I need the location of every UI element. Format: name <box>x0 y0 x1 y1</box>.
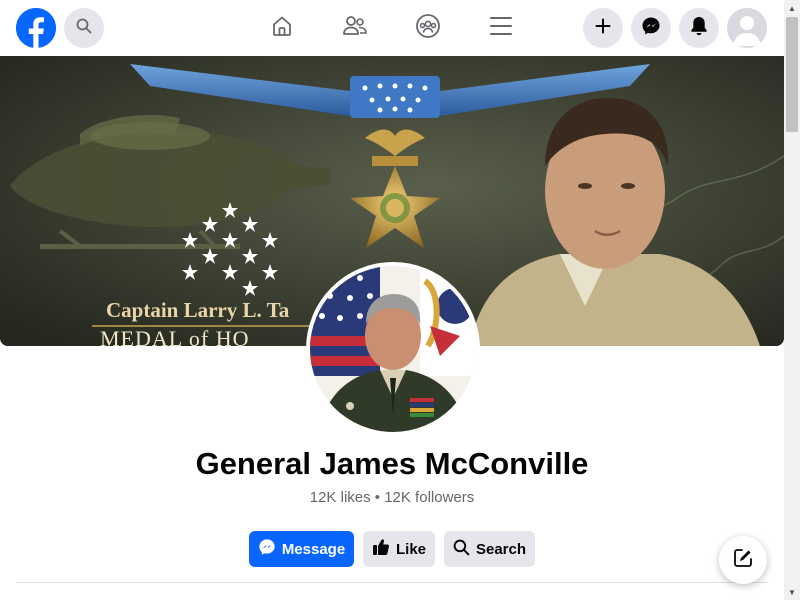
like-button[interactable]: Like <box>363 531 435 567</box>
menu-icon <box>490 16 512 41</box>
compose-icon <box>733 548 753 573</box>
plus-icon <box>595 18 611 39</box>
profile-picture[interactable] <box>306 262 480 436</box>
create-button[interactable] <box>583 8 623 48</box>
page-stats: 12K likes • 12K followers <box>309 489 475 506</box>
home-icon <box>270 14 294 43</box>
messenger-button[interactable] <box>631 8 671 48</box>
scroll-up-arrow-icon[interactable]: ▲ <box>786 2 798 14</box>
notifications-button[interactable] <box>679 8 719 48</box>
scrollbar-thumb[interactable] <box>786 17 798 132</box>
messenger-icon <box>641 16 661 41</box>
new-message-button[interactable] <box>719 536 767 584</box>
groups-nav-tab[interactable] <box>412 12 444 44</box>
cover-caption-medal: MEDAL of HO <box>100 326 250 351</box>
account-button[interactable] <box>727 8 767 48</box>
message-button[interactable]: Message <box>249 531 354 567</box>
search-button[interactable] <box>64 8 104 48</box>
section-divider <box>16 582 768 583</box>
messenger-icon <box>258 538 276 560</box>
scroll-down-arrow-icon[interactable]: ▼ <box>786 586 798 598</box>
home-nav-tab[interactable] <box>266 12 298 44</box>
thumbs-up-icon <box>372 538 390 560</box>
page-title: General James McConville <box>195 446 589 481</box>
profile-photo <box>310 266 476 432</box>
search-page-button[interactable]: Search <box>444 531 535 567</box>
message-button-label: Message <box>281 540 346 558</box>
like-button-label: Like <box>395 540 426 558</box>
menu-nav-tab[interactable] <box>485 12 517 44</box>
profile-avatar-icon <box>727 8 767 48</box>
friends-nav-tab[interactable] <box>339 12 371 44</box>
search-button-label: Search <box>475 540 527 558</box>
facebook-logo-icon[interactable] <box>16 8 56 48</box>
search-icon <box>453 539 470 560</box>
top-navigation-bar <box>0 0 784 56</box>
friends-icon <box>342 14 368 43</box>
bell-icon <box>690 16 708 41</box>
cover-caption-name: Captain Larry L. Ta <box>106 298 290 322</box>
search-icon <box>76 18 92 39</box>
groups-icon <box>415 13 441 44</box>
